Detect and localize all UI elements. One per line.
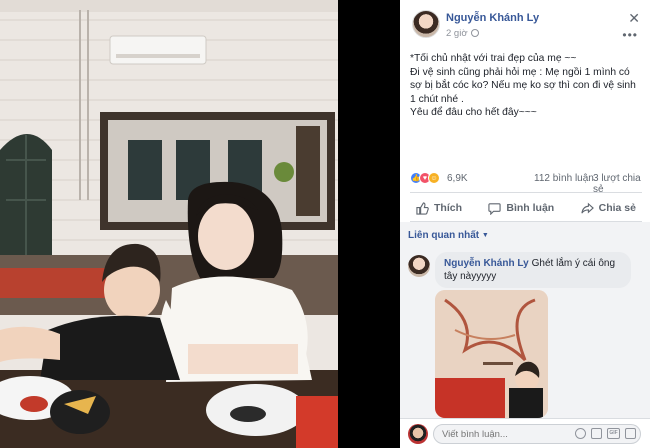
comment-count[interactable]: 112 bình luận [534, 173, 594, 184]
author-name[interactable]: Nguyễn Khánh Ly [446, 12, 539, 24]
comment-label: Bình luận [506, 202, 555, 214]
post-photo[interactable] [0, 0, 400, 448]
sticker-icon[interactable] [625, 428, 636, 439]
gif-icon[interactable]: GIF [607, 428, 620, 439]
share-button[interactable]: Chia sẻ [575, 196, 642, 220]
share-icon [581, 202, 594, 213]
commenter-avatar[interactable] [408, 255, 430, 277]
divider [410, 192, 642, 193]
comment-button[interactable]: Bình luận [482, 196, 560, 220]
post-stats: 👍 ♥ ☺ 6,9K 112 bình luận 3 lượt chia sẻ [410, 170, 642, 195]
post-time: 2 giờ [446, 28, 479, 39]
comment-photo[interactable] [435, 290, 548, 418]
photo-illustration [0, 0, 400, 448]
haha-reaction-icon: ☺ [428, 172, 440, 184]
like-label: Thích [434, 202, 462, 214]
more-options-icon[interactable]: ••• [622, 28, 638, 42]
action-bar: Thích Bình luận Chia sẻ [410, 196, 642, 220]
close-icon[interactable]: ✕ [628, 10, 640, 27]
like-button[interactable]: Thích [410, 196, 468, 220]
post-text: *Tối chủ nhật với trai đẹp của mẹ ~~ Đi … [410, 52, 642, 120]
comment-sort-dropdown[interactable]: Liên quan nhất ▼ [408, 230, 489, 241]
globe-icon [470, 29, 479, 37]
share-label: Chia sẻ [598, 202, 636, 214]
comment-bubble: Nguyễn Khánh Ly Ghét lắm ý cái ông tây nà… [435, 252, 631, 288]
post-time-label[interactable]: 2 giờ [446, 28, 468, 39]
comment-composer: GIF [400, 418, 650, 448]
reaction-icons[interactable]: 👍 ♥ ☺ [410, 172, 440, 184]
post-header: Nguyễn Khánh Ly 2 giờ ✕ ••• [400, 0, 650, 50]
comment-sort-label: Liên quan nhất [408, 230, 480, 241]
post-panel: Nguyễn Khánh Ly 2 giờ ✕ ••• *Tối chủ nhậ… [400, 0, 650, 448]
composer-tools: GIF [575, 428, 636, 439]
post-text-content: *Tối chủ nhật với trai đẹp của mẹ ~~ Đi … [410, 53, 636, 118]
comments-section: Liên quan nhất ▼ Nguyễn Khánh Ly Ghét lắm… [400, 222, 650, 448]
comment-icon [488, 202, 502, 215]
photo-viewer: Nguyễn Khánh Ly 2 giờ ✕ ••• *Tối chủ nhậ… [0, 0, 650, 448]
reaction-count[interactable]: 6,9K [447, 173, 468, 184]
camera-icon[interactable] [591, 428, 602, 439]
commenter-name[interactable]: Nguyễn Khánh Ly [444, 258, 529, 269]
author-avatar[interactable] [412, 10, 440, 38]
current-user-avatar [408, 424, 428, 444]
comment-photo-illustration [435, 290, 548, 418]
emoji-icon[interactable] [575, 428, 586, 439]
thumbs-up-icon [416, 201, 429, 215]
caret-down-icon: ▼ [481, 232, 489, 239]
